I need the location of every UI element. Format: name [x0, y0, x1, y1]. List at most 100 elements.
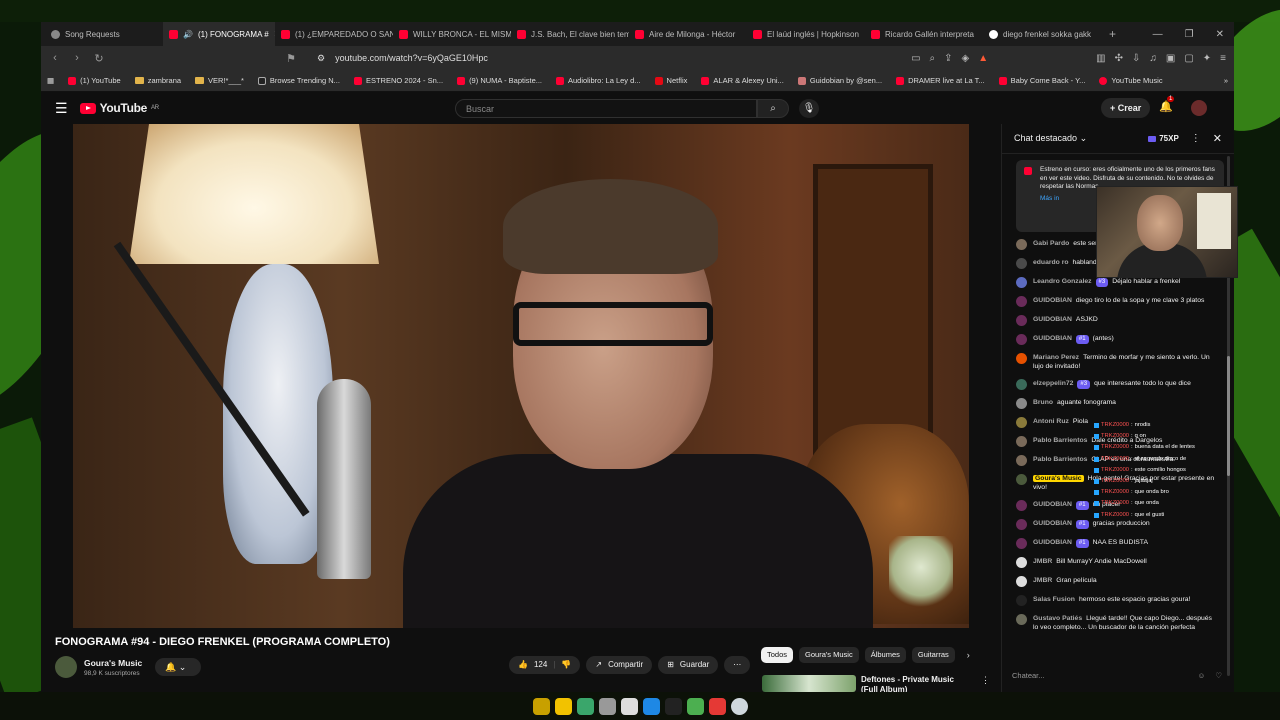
- chat-author[interactable]: Bruno: [1033, 399, 1053, 406]
- bookmark-icon[interactable]: ⚑: [285, 52, 297, 65]
- share-button[interactable]: ↗ Compartir: [586, 656, 653, 674]
- chat-mode-dropdown[interactable]: Chat destacado ⌄: [1014, 133, 1087, 144]
- chat-author[interactable]: eduardo ro: [1033, 259, 1069, 266]
- chat-input[interactable]: Chatear...: [1012, 671, 1188, 680]
- xp-badge[interactable]: 75XP: [1148, 134, 1179, 143]
- channel-avatar[interactable]: [55, 656, 77, 678]
- chip-channel[interactable]: Goura's Music: [799, 647, 859, 663]
- save-button[interactable]: ⊞ Guardar: [658, 656, 719, 674]
- bookmark-item[interactable]: ALAR & Alexey Uni...: [701, 76, 784, 85]
- app-icon[interactable]: [620, 697, 638, 715]
- restore-icon[interactable]: ❐: [1185, 29, 1194, 40]
- chat-author[interactable]: GUIDOBIAN: [1033, 501, 1072, 508]
- thumbs-down-icon[interactable]: 👎: [561, 656, 571, 674]
- bookmark-item[interactable]: Baby Come Back - Y...: [998, 76, 1085, 85]
- chat-author[interactable]: Pablo Barrientos: [1033, 456, 1087, 463]
- app-icon[interactable]: [664, 697, 682, 715]
- chat-avatar[interactable]: [1016, 500, 1027, 511]
- chat-author[interactable]: Gabi Pardo: [1033, 240, 1069, 247]
- bookmark-item[interactable]: DRAMER live at La T...: [896, 76, 985, 85]
- share-icon[interactable]: ⇪: [944, 53, 952, 64]
- video-thumbnail[interactable]: [762, 675, 856, 692]
- menu-icon[interactable]: ≡: [1220, 53, 1226, 64]
- address-bar[interactable]: ⚙ youtube.com/watch?v=6yQaGE10Hpc: [307, 48, 901, 68]
- back-icon[interactable]: ‹: [49, 52, 61, 64]
- chat-avatar[interactable]: [1016, 277, 1027, 288]
- scrollbar-thumb[interactable]: [1227, 356, 1230, 476]
- zoom-icon[interactable]: ⌕: [930, 53, 936, 64]
- browser-tab[interactable]: Aire de Milonga - Héctor: [629, 22, 747, 46]
- chat-author[interactable]: Goura's Music: [1033, 475, 1084, 482]
- chat-author[interactable]: GUIDOBIAN: [1033, 539, 1072, 546]
- channel-watermark-logo[interactable]: [889, 536, 953, 614]
- app-icon[interactable]: [576, 697, 594, 715]
- app-icon[interactable]: [708, 697, 726, 715]
- extension-icon[interactable]: ◈: [962, 53, 970, 64]
- chat-avatar[interactable]: [1016, 353, 1027, 364]
- chat-author[interactable]: Mariano Perez: [1033, 354, 1079, 361]
- bookmark-item[interactable]: (9) NUMA - Baptiste...: [457, 76, 542, 85]
- chip-albums[interactable]: Álbumes: [864, 647, 906, 663]
- browser-tab[interactable]: diego frenkel sokka gakk: [983, 22, 1101, 46]
- leo-icon[interactable]: ✦: [1203, 53, 1211, 64]
- new-tab-icon[interactable]: +: [1101, 27, 1124, 41]
- chat-avatar[interactable]: [1016, 436, 1027, 447]
- app-icon[interactable]: [554, 697, 572, 715]
- app-icon[interactable]: [730, 697, 748, 715]
- chat-avatar[interactable]: [1016, 296, 1027, 307]
- brave-shield-icon[interactable]: ▲: [978, 53, 988, 64]
- chat-author[interactable]: Gustavo Patiés: [1033, 615, 1082, 622]
- chat-avatar[interactable]: [1016, 614, 1027, 625]
- bookmark-item[interactable]: Audiolibro: La Ley d...: [556, 76, 641, 85]
- chat-author[interactable]: GUIDOBIAN: [1033, 335, 1072, 342]
- bookmark-item[interactable]: (1) YouTube: [68, 76, 121, 85]
- browser-tab[interactable]: Ricardo Gallén interpreta: [865, 22, 983, 46]
- chat-author[interactable]: JMBR: [1033, 577, 1052, 584]
- youtube-logo[interactable]: YouTube AR: [79, 101, 159, 115]
- chat-avatar[interactable]: [1016, 315, 1027, 326]
- channel-name[interactable]: Goura's Music: [84, 658, 142, 668]
- heart-icon[interactable]: ♡: [1215, 671, 1222, 680]
- more-bookmarks-icon[interactable]: »: [1224, 76, 1228, 85]
- chat-avatar[interactable]: [1016, 239, 1027, 250]
- app-icon[interactable]: [532, 697, 550, 715]
- reload-icon[interactable]: ↻: [93, 52, 105, 65]
- chat-author[interactable]: elzeppelin72: [1033, 380, 1073, 387]
- close-window-icon[interactable]: ✕: [1216, 29, 1224, 40]
- like-dislike-button[interactable]: 👍 124 | 👎: [509, 656, 581, 674]
- account-avatar[interactable]: [1191, 100, 1207, 116]
- subscription-bell-button[interactable]: 🔔 ⌄: [155, 658, 201, 676]
- voice-search-button[interactable]: 🎙: [799, 99, 819, 118]
- bookmark-item[interactable]: Netflix: [654, 76, 687, 85]
- chat-author[interactable]: JMBR: [1033, 558, 1052, 565]
- download-icon[interactable]: ⇩: [1132, 53, 1140, 64]
- browser-tab[interactable]: (1) ¿EMPAREDADO O SAN: [275, 22, 393, 46]
- more-actions-button[interactable]: ⋯: [724, 656, 751, 674]
- bookmark-item[interactable]: YouTube Music: [1099, 76, 1163, 85]
- chat-avatar[interactable]: [1016, 455, 1027, 466]
- hamburger-menu-icon[interactable]: ☰: [55, 100, 68, 117]
- apps-grid-icon[interactable]: ▦: [47, 76, 54, 85]
- panel-icon[interactable]: ▣: [1166, 53, 1175, 64]
- forward-icon[interactable]: ›: [71, 52, 83, 64]
- bookmark-item[interactable]: ESTRENO 2024 - Sn...: [353, 76, 443, 85]
- bookmark-item[interactable]: Guidobian by @sen...: [797, 76, 882, 85]
- chat-author[interactable]: GUIDOBIAN: [1033, 316, 1072, 323]
- site-info-icon[interactable]: ⚙: [317, 53, 325, 64]
- minimize-icon[interactable]: —: [1153, 29, 1163, 40]
- search-button[interactable]: ⌕: [757, 99, 789, 118]
- create-button[interactable]: + Crear: [1101, 98, 1151, 118]
- chat-author[interactable]: Pablo Barrientos: [1033, 437, 1087, 444]
- thumbs-up-icon[interactable]: 👍: [518, 656, 528, 674]
- browser-tab[interactable]: J.S. Bach, El clave bien tem: [511, 22, 629, 46]
- wallet-icon[interactable]: ▢: [1184, 53, 1193, 64]
- more-vertical-icon[interactable]: ⋮: [1191, 133, 1201, 144]
- chat-avatar[interactable]: [1016, 576, 1027, 587]
- bookmark-folder[interactable]: VER!*___*: [195, 76, 244, 85]
- chat-avatar[interactable]: [1016, 417, 1027, 428]
- music-icon[interactable]: ♫: [1149, 53, 1157, 64]
- chat-author[interactable]: Leandro Gonzalez: [1033, 278, 1092, 285]
- sidebar-icon[interactable]: ▥: [1096, 53, 1105, 64]
- browser-tab-active[interactable]: 🔊(1) FONOGRAMA #✕: [163, 22, 275, 46]
- app-icon[interactable]: [598, 697, 616, 715]
